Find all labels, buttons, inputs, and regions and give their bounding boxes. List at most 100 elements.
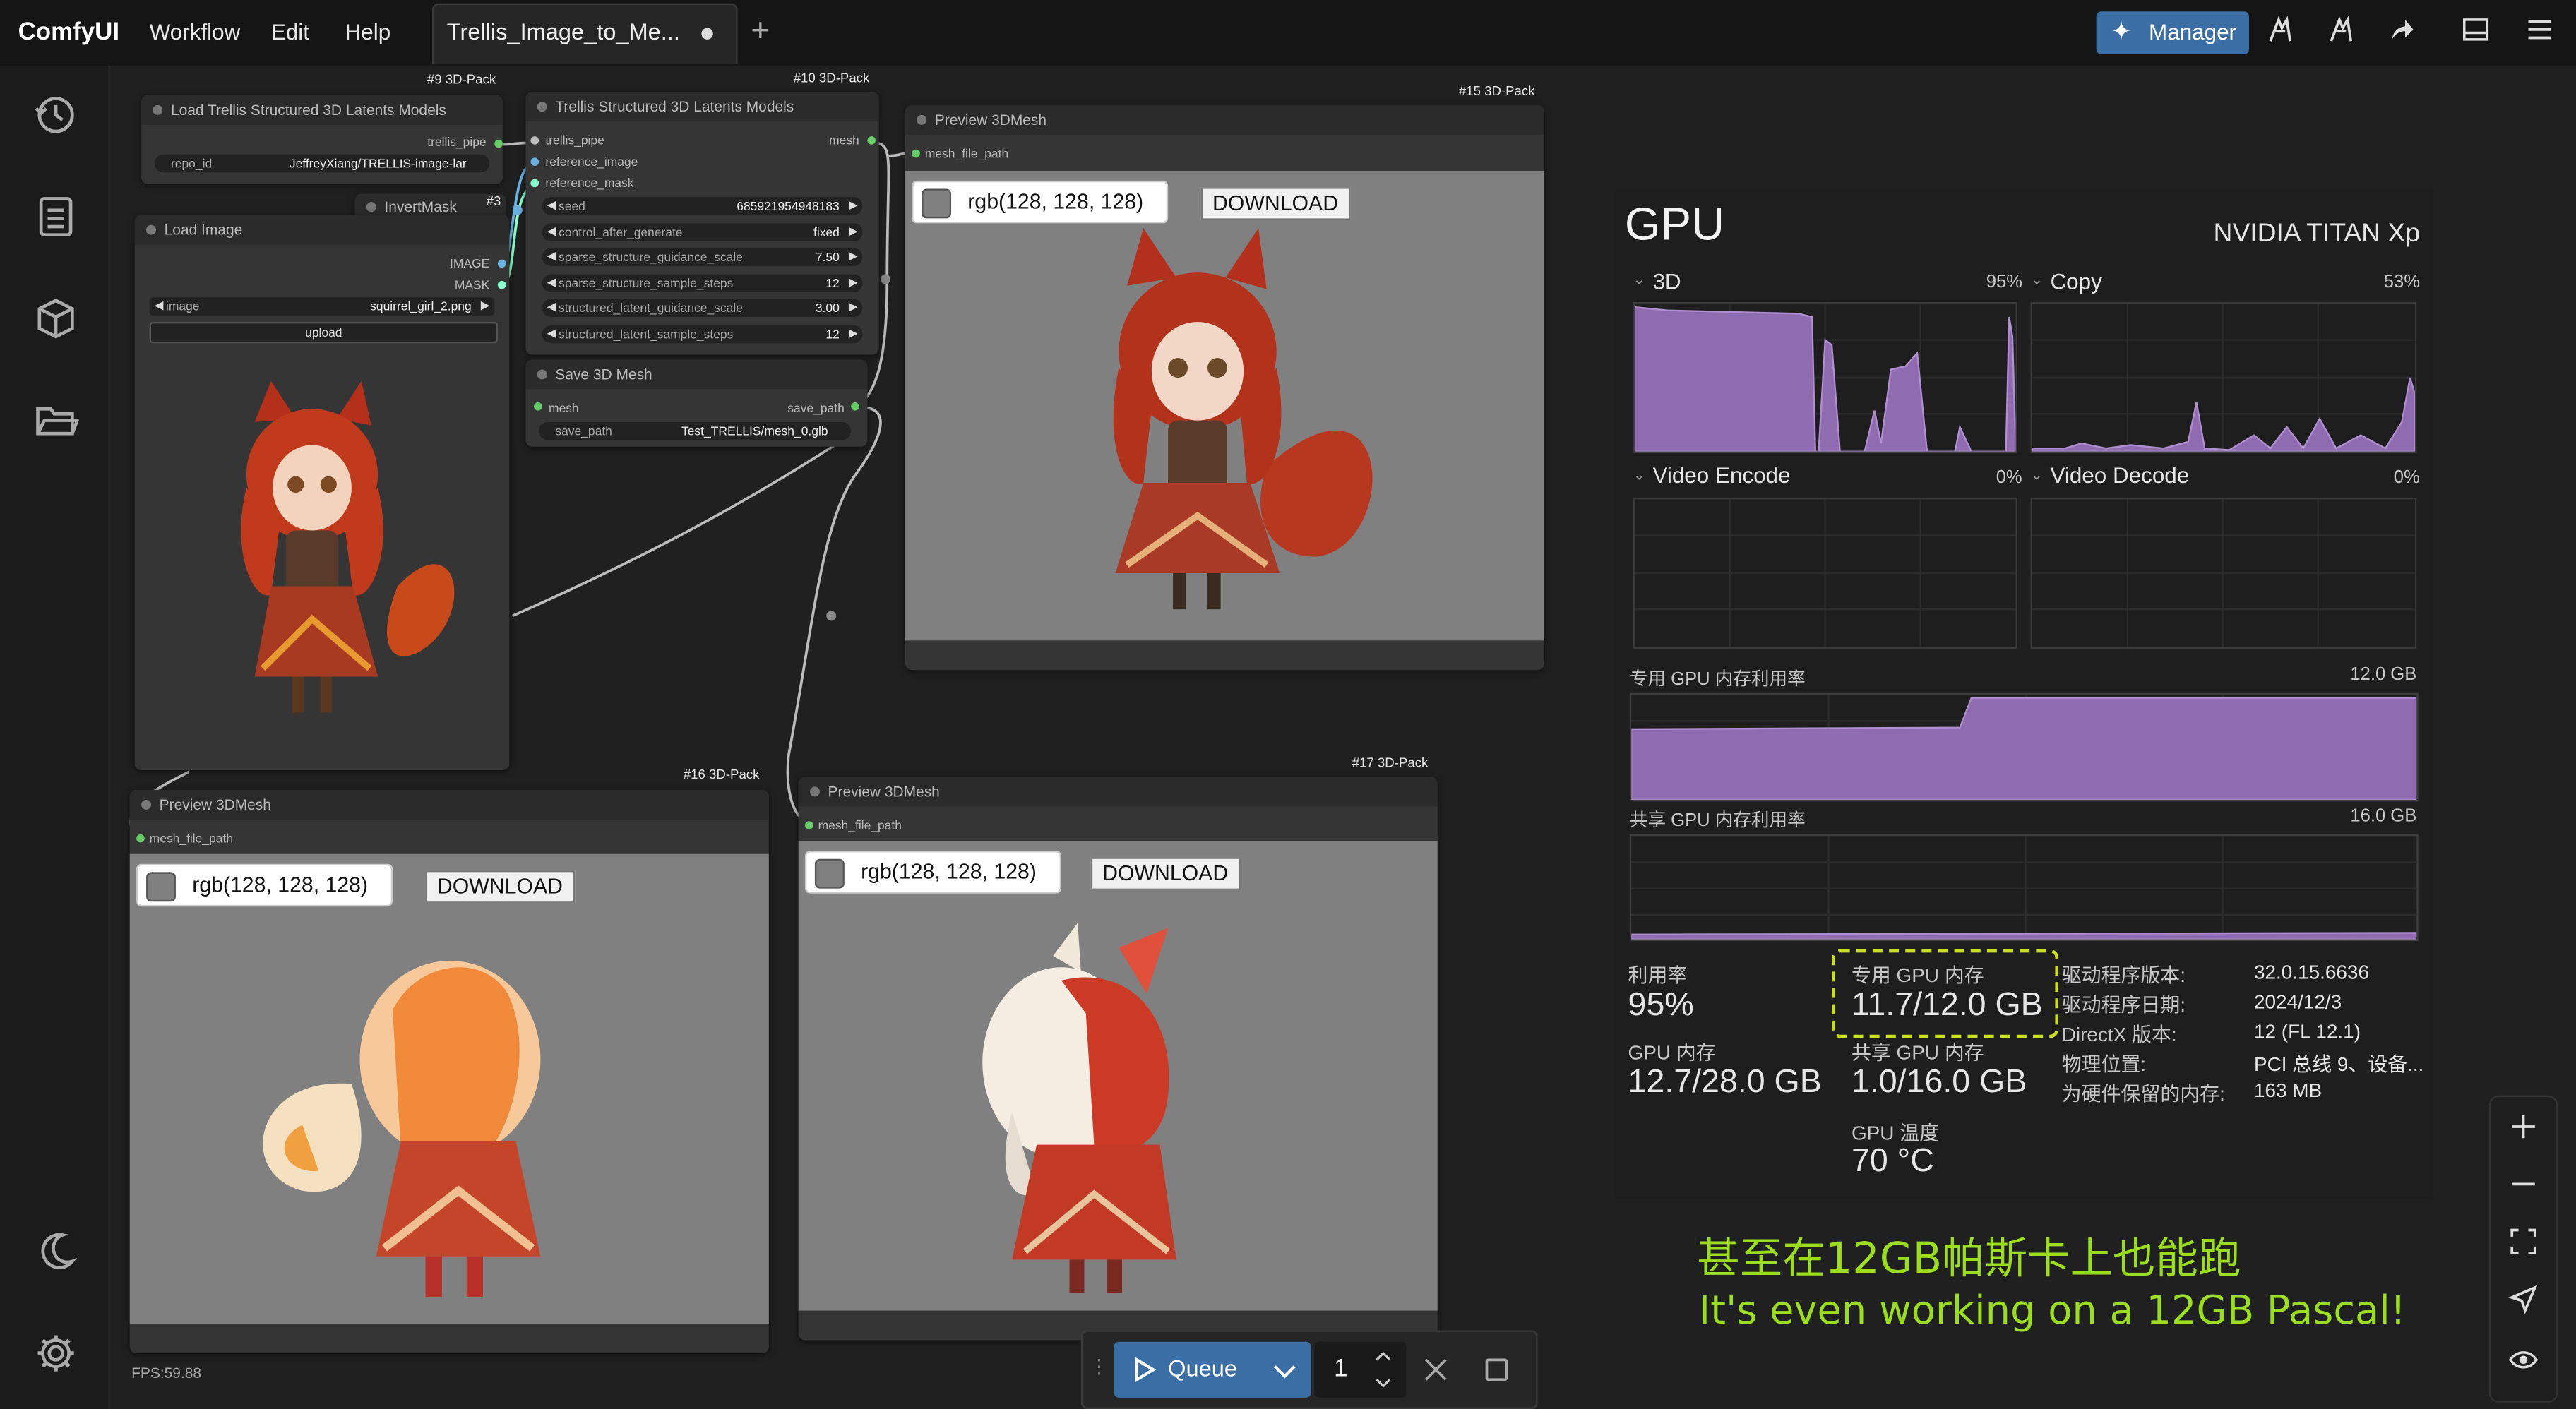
queue-button[interactable]: Queue xyxy=(1114,1341,1311,1398)
node-collapse-dot[interactable] xyxy=(917,114,927,125)
toggle-links-eye-icon[interactable] xyxy=(2507,1343,2540,1377)
arrow-right-icon[interactable]: ▶ xyxy=(481,299,490,312)
node-collapse-dot[interactable] xyxy=(809,786,820,797)
engine-video-decode-label[interactable]: Video Decode xyxy=(2050,463,2189,488)
mesh-render-back xyxy=(263,961,541,1297)
engine-copy-label[interactable]: Copy xyxy=(2050,270,2101,294)
arrow-left-icon[interactable]: ◀ xyxy=(547,301,556,313)
output-port-mask[interactable] xyxy=(497,280,506,289)
download-button[interactable]: DOWNLOAD xyxy=(1200,187,1350,220)
node-title: Save 3D Mesh xyxy=(555,366,652,383)
node-collapse-dot[interactable] xyxy=(153,104,163,115)
preview-3dmesh-node-16[interactable]: Preview 3DMesh mesh_file_path rgb(128, 1… xyxy=(129,790,769,1354)
download-button[interactable]: DOWNLOAD xyxy=(425,870,575,904)
node-header[interactable]: Save 3D Mesh xyxy=(525,359,868,390)
node-collapse-dot[interactable] xyxy=(537,369,547,380)
increment-icon[interactable] xyxy=(1373,1348,1393,1365)
output-port[interactable] xyxy=(494,139,503,148)
node-header[interactable]: Load Image xyxy=(134,215,510,245)
arrow-right-icon[interactable]: ▶ xyxy=(849,301,858,313)
download-button[interactable]: DOWNLOAD xyxy=(1090,857,1240,890)
node-header[interactable]: Preview 3DMesh xyxy=(129,790,769,820)
widget-value: 3.00 xyxy=(815,300,840,316)
graph-shared-memory-plot xyxy=(1631,836,2417,940)
load-trellis-latents-node[interactable]: Load Trellis Structured 3D Latents Model… xyxy=(141,95,503,184)
load-image-node[interactable]: Load Image IMAGE MASK ◀ image squirrel_g… xyxy=(134,215,510,771)
background-color-picker[interactable]: rgb(128, 128, 128) xyxy=(136,863,393,907)
image-select-widget[interactable]: ◀ image squirrel_girl_2.png ▶ xyxy=(149,297,495,316)
decrement-icon[interactable] xyxy=(1373,1374,1393,1391)
node-title: InvertMask xyxy=(384,198,457,215)
info-value: 163 MB xyxy=(2253,1079,2322,1103)
save-path-widget[interactable]: save_path Test_TRELLIS/mesh_0.glb xyxy=(539,421,852,440)
upload-button[interactable]: upload xyxy=(149,321,498,344)
node-header[interactable]: Preview 3DMesh xyxy=(905,104,1544,135)
input-port[interactable] xyxy=(530,157,539,166)
node-header[interactable]: Load Trellis Structured 3D Latents Model… xyxy=(141,95,503,125)
input-port[interactable] xyxy=(534,402,542,411)
input-port[interactable] xyxy=(912,149,920,158)
zoom-out-minus-icon[interactable] xyxy=(2507,1168,2540,1201)
stop-square-icon[interactable] xyxy=(1484,1357,1510,1383)
arrow-left-icon[interactable]: ◀ xyxy=(547,327,556,340)
sparse-guidance-widget[interactable]: ◀ sparse_structure_guidance_scale 7.50 ▶ xyxy=(542,248,863,266)
arrow-left-icon[interactable]: ◀ xyxy=(547,250,556,263)
fit-view-icon[interactable] xyxy=(2507,1225,2540,1259)
save-3d-mesh-node[interactable]: Save 3D Mesh mesh save_path save_path Te… xyxy=(525,359,868,447)
seed-widget[interactable]: ◀ seed 685921954948183 ▶ xyxy=(542,197,863,215)
node-collapse-dot[interactable] xyxy=(146,224,157,235)
arrow-left-icon[interactable]: ◀ xyxy=(547,199,556,212)
dedicated-gpu-memory-value: 11.7/12.0 GB xyxy=(1851,987,2043,1024)
arrow-left-icon[interactable]: ◀ xyxy=(155,299,164,312)
arrow-right-icon[interactable]: ▶ xyxy=(849,199,858,212)
arrow-right-icon[interactable]: ▶ xyxy=(849,276,858,289)
latent-steps-widget[interactable]: ◀ structured_latent_sample_steps 12 ▶ xyxy=(542,325,863,344)
input-port[interactable] xyxy=(136,834,145,843)
node-header[interactable]: Trellis Structured 3D Latents Models xyxy=(525,92,879,122)
cancel-x-icon[interactable] xyxy=(1423,1357,1449,1383)
node-header[interactable]: Preview 3DMesh xyxy=(798,777,1438,807)
zoom-in-plus-icon[interactable] xyxy=(2507,1110,2540,1144)
color-value: rgb(128, 128, 128) xyxy=(192,872,369,897)
chevron-down-icon[interactable]: ⌄ xyxy=(2031,467,2044,485)
select-mode-pointer-icon[interactable] xyxy=(2507,1283,2540,1316)
trellis-structured-3d-node[interactable]: Trellis Structured 3D Latents Models tre… xyxy=(525,92,879,355)
sparse-steps-widget[interactable]: ◀ sparse_structure_sample_steps 12 ▶ xyxy=(542,274,863,293)
repo-id-widget[interactable]: repo_id JeffreyXiang/TRELLIS-image-lar xyxy=(154,154,490,173)
mesh-viewer[interactable]: rgb(128, 128, 128) DOWNLOAD xyxy=(905,170,1544,641)
output-port-image[interactable] xyxy=(497,259,506,268)
arrow-right-icon[interactable]: ▶ xyxy=(849,225,858,238)
chevron-down-icon[interactable]: ⌄ xyxy=(1633,467,1646,485)
arrow-right-icon[interactable]: ▶ xyxy=(849,327,858,340)
input-port[interactable] xyxy=(530,179,539,188)
graph-3d-plot xyxy=(1634,304,2016,452)
batch-count-input[interactable]: 1 xyxy=(1314,1341,1407,1398)
output-port[interactable] xyxy=(851,402,859,411)
preview-3dmesh-node-15[interactable]: Preview 3DMesh mesh_file_path rgb(128, 1… xyxy=(905,104,1544,671)
engine-3d-label[interactable]: 3D xyxy=(1652,270,1681,294)
graph-copy-plot xyxy=(2032,304,2415,452)
upload-label: upload xyxy=(305,325,342,340)
input-port[interactable] xyxy=(804,821,813,829)
output-port[interactable] xyxy=(867,136,876,145)
info-value: PCI 总线 9、设备... xyxy=(2253,1053,2424,1076)
chevron-down-icon[interactable] xyxy=(1272,1362,1298,1381)
node-collapse-dot[interactable] xyxy=(366,202,376,212)
node-collapse-dot[interactable] xyxy=(141,800,152,810)
engine-video-encode-label[interactable]: Video Encode xyxy=(1652,463,1790,488)
mesh-viewer[interactable]: rgb(128, 128, 128) DOWNLOAD xyxy=(129,853,769,1324)
chevron-down-icon[interactable]: ⌄ xyxy=(1633,271,1646,289)
arrow-left-icon[interactable]: ◀ xyxy=(547,225,556,238)
control-after-generate-widget[interactable]: ◀ control_after_generate fixed ▶ xyxy=(542,223,863,241)
latent-guidance-widget[interactable]: ◀ structured_latent_guidance_scale 3.00 ▶ xyxy=(542,299,863,318)
input-port[interactable] xyxy=(530,136,539,145)
background-color-picker[interactable]: rgb(128, 128, 128) xyxy=(912,180,1169,224)
arrow-right-icon[interactable]: ▶ xyxy=(849,250,858,263)
arrow-left-icon[interactable]: ◀ xyxy=(547,276,556,289)
node-collapse-dot[interactable] xyxy=(537,102,547,112)
background-color-picker[interactable]: rgb(128, 128, 128) xyxy=(804,851,1061,894)
preview-3dmesh-node-17[interactable]: Preview 3DMesh mesh_file_path rgb(128, 1… xyxy=(798,777,1438,1341)
drag-handle-icon[interactable]: ⋮ xyxy=(1089,1355,1109,1378)
mesh-viewer[interactable]: rgb(128, 128, 128) DOWNLOAD xyxy=(798,841,1438,1311)
chevron-down-icon[interactable]: ⌄ xyxy=(2031,271,2044,289)
